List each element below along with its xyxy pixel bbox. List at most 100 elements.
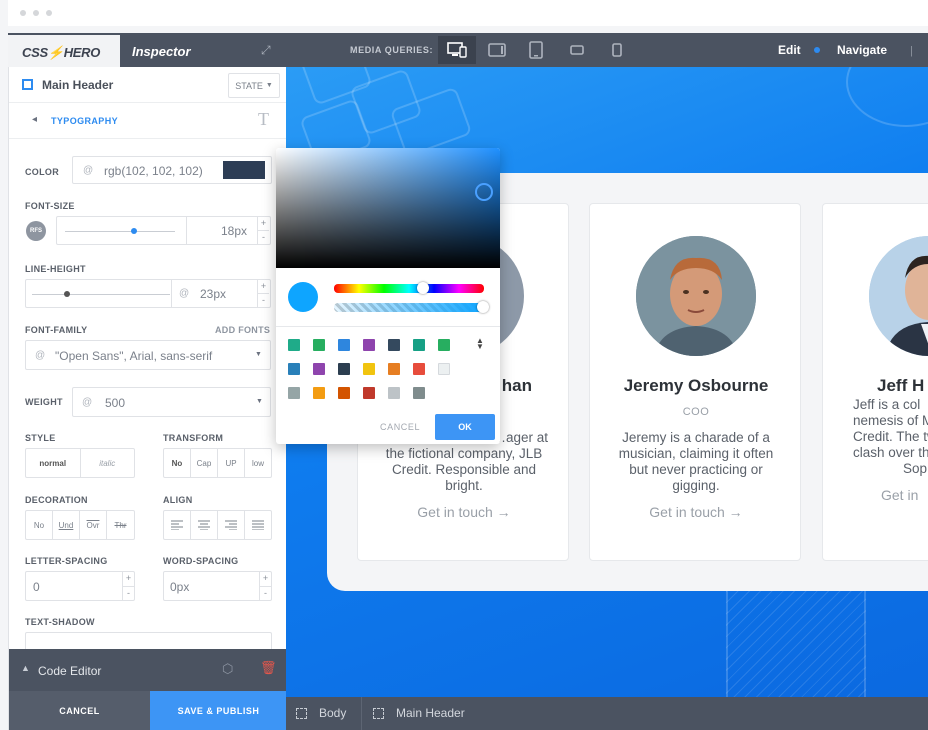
letter-spacing-stepper[interactable]: + - [122,572,134,600]
breadcrumb-main-header[interactable]: Main Header [396,706,465,720]
saturation-handle[interactable] [475,183,493,201]
device-tablet-landscape-button[interactable] [478,36,516,64]
member-bio: Jeremy is a charade of a musician, claim… [608,430,784,494]
color-swatch-option[interactable] [413,339,425,351]
line-height-slider-track[interactable] [32,294,170,295]
picker-ok-button[interactable]: OK [435,414,495,440]
section-title[interactable]: TYPOGRAPHY [51,116,118,126]
line-height-field[interactable]: @ 23px + - [25,279,271,308]
font-size-field[interactable]: 18px + - [56,216,271,245]
align-right-icon[interactable] [218,511,245,539]
font-size-stepper[interactable]: + - [257,217,269,244]
word-spacing-stepper[interactable]: + - [259,572,271,600]
color-swatch-option[interactable] [288,387,300,399]
hue-slider-handle[interactable] [417,282,429,294]
picker-cancel-button[interactable]: CANCEL [380,422,420,432]
increment-icon[interactable]: + [258,217,269,231]
line-height-slider-handle[interactable] [63,291,70,297]
color-swatch-option[interactable] [438,363,450,375]
align-center-icon[interactable] [191,511,218,539]
decrement-icon[interactable]: - [258,231,269,244]
align-justify-icon[interactable] [245,511,271,539]
save-publish-button[interactable]: SAVE & PUBLISH [150,691,287,730]
edit-mode-button[interactable]: Edit [778,43,801,57]
device-desktop-mobile-button[interactable] [438,36,476,64]
color-swatch-option[interactable] [338,363,350,375]
state-dropdown[interactable]: STATE ▼ [228,73,280,98]
font-size-value: 18px [221,224,248,238]
hue-slider[interactable] [334,284,484,293]
transform-uppercase-option[interactable]: UP [218,449,245,477]
color-swatch-option[interactable] [363,339,375,351]
increment-icon[interactable]: + [260,572,271,587]
trash-icon[interactable]: 🗑 [260,660,277,676]
color-swatch-option[interactable] [413,387,425,399]
rfs-badge[interactable]: RFS [26,221,46,241]
cube-icon[interactable]: ⬡ [222,661,233,677]
decrement-icon[interactable]: - [258,294,269,307]
sort-arrows-icon[interactable]: ▲ ▼ [476,337,484,351]
add-fonts-link[interactable]: ADD FONTS [215,325,270,335]
code-editor-bar[interactable]: ▲ Code Editor ⬡ 🗑 [9,649,287,691]
alpha-slider-handle[interactable] [477,301,489,313]
font-size-slider-handle[interactable] [131,228,138,234]
color-swatch-option[interactable] [288,363,300,375]
style-label: STYLE [25,433,56,443]
align-left-icon[interactable] [164,511,191,539]
color-swatch[interactable] [223,161,265,179]
color-swatch-option[interactable] [313,363,325,375]
decoration-label: DECORATION [25,495,88,505]
window-dot[interactable] [46,10,52,16]
decrement-icon[interactable]: - [123,587,134,601]
font-family-select[interactable]: @ "Open Sans", Arial, sans-serif ▼ [25,340,271,370]
color-swatch-option[interactable] [388,339,400,351]
font-size-slider-track[interactable] [65,231,175,232]
device-phone-landscape-button[interactable] [558,36,596,64]
increment-icon[interactable]: + [123,572,134,587]
weight-select[interactable]: @ 500 ▼ [72,387,271,417]
decoration-strikethrough-option[interactable]: Thr [107,511,134,539]
color-swatch-option[interactable] [388,363,400,375]
color-swatch-option[interactable] [313,387,325,399]
color-field[interactable]: @ rgb(102, 102, 102) [72,156,272,184]
window-dot[interactable] [20,10,26,16]
code-editor-label: Code Editor [38,664,102,678]
transform-lowercase-option[interactable]: low [245,449,271,477]
device-tablet-portrait-button[interactable] [517,36,555,64]
decoration-overline-option[interactable]: Ovr [80,511,107,539]
contact-link[interactable]: Get in touch → [590,504,802,520]
navigate-mode-button[interactable]: Navigate [837,43,887,57]
decoration-none-option[interactable]: No [26,511,53,539]
style-normal-option[interactable]: normal [26,449,81,477]
color-swatch-option[interactable] [388,387,400,399]
decrement-icon[interactable]: - [260,587,271,601]
style-italic-option[interactable]: italic [81,449,135,477]
color-swatch-option[interactable] [438,339,450,351]
window-dot[interactable] [33,10,39,16]
transform-none-option[interactable]: No [164,449,191,477]
color-swatch-option[interactable] [338,339,350,351]
transform-capitalize-option[interactable]: Cap [191,449,218,477]
line-height-stepper[interactable]: + - [257,280,269,307]
color-swatch-option[interactable] [363,387,375,399]
saturation-value-area[interactable] [276,148,500,268]
color-swatch-option[interactable] [313,339,325,351]
back-arrow-icon[interactable]: ◂ [32,114,37,125]
breadcrumb-body[interactable]: Body [319,706,346,720]
color-swatch-option[interactable] [413,363,425,375]
expand-icon[interactable]: ⤢ [261,43,271,58]
letter-spacing-field[interactable]: 0 + - [25,571,135,601]
increment-icon[interactable]: + [258,280,269,294]
decoration-underline-option[interactable]: Und [53,511,80,539]
color-swatch-option[interactable] [288,339,300,351]
device-phone-portrait-button[interactable] [598,36,636,64]
contact-link[interactable]: Get in touch → [358,504,570,520]
member-name: Jeff H [877,376,925,395]
cancel-button[interactable]: CANCEL [9,691,150,730]
align-toggle [163,510,272,540]
color-swatch-option[interactable] [338,387,350,399]
alpha-slider[interactable] [334,303,484,312]
color-swatch-option[interactable] [363,363,375,375]
contact-link[interactable]: Get in [823,487,928,503]
word-spacing-field[interactable]: 0px + - [163,571,272,601]
